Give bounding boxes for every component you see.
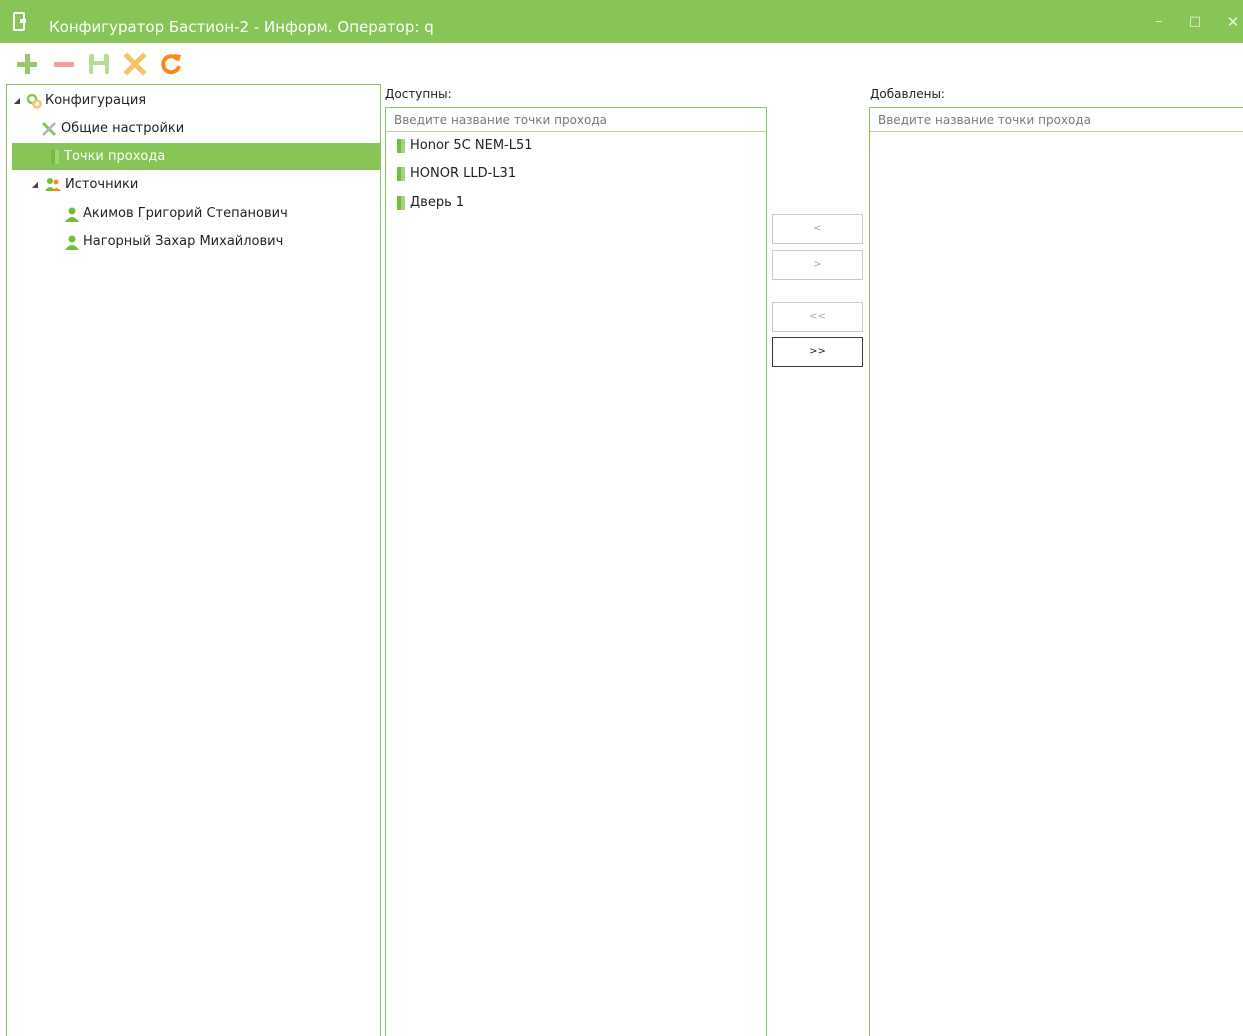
tree-item-label: Конфигурация [45, 93, 147, 108]
door-icon [397, 138, 405, 153]
door-icon [397, 195, 405, 210]
added-search-input[interactable] [870, 108, 1243, 132]
tree-item-sources[interactable]: ◢ Источники [12, 171, 375, 198]
save-button[interactable] [86, 51, 112, 77]
list-item-label: Honor 5C NEM-L51 [410, 138, 533, 153]
close-button[interactable]: ✕ [1224, 13, 1242, 31]
tree-item-access-points[interactable]: Точки прохода [12, 143, 380, 170]
move-all-left-button[interactable]: << [772, 302, 863, 332]
tree-item-label: Точки прохода [64, 149, 166, 164]
plus-icon [17, 54, 37, 74]
list-item[interactable]: Honor 5C NEM-L51 [395, 132, 533, 159]
cross-icon [123, 52, 147, 76]
maximize-button[interactable]: □ [1186, 13, 1204, 31]
available-label: Доступны: [385, 87, 452, 101]
available-list: Honor 5C NEM-L51 HONOR LLD-L31 Дверь 1 [385, 107, 767, 1036]
minus-icon [54, 62, 74, 67]
toolbar [0, 43, 1243, 83]
tree-item-general-settings[interactable]: Общие настройки [12, 115, 375, 142]
move-right-button[interactable]: > [772, 250, 863, 280]
refresh-icon [161, 54, 181, 75]
list-item-label: HONOR LLD-L31 [410, 166, 517, 181]
window-title: Конфигуратор Бастион-2 - Информ. Операто… [49, 18, 434, 36]
tree-item-label: Нагорный Захар Михайлович [83, 234, 284, 249]
delete-button[interactable] [122, 51, 148, 77]
floppy-disk-icon [89, 54, 109, 74]
list-item-label: Дверь 1 [410, 195, 465, 210]
door-icon [51, 149, 59, 164]
tools-icon [41, 121, 57, 136]
door-icon [397, 166, 405, 181]
remove-button[interactable] [51, 51, 77, 77]
available-search-input[interactable] [386, 108, 766, 132]
tree-item-configuration[interactable]: ◢ Конфигурация [12, 87, 375, 114]
tree-item-source[interactable]: Акимов Григорий Степанович [12, 200, 375, 227]
tree-item-label: Источники [65, 177, 139, 192]
title-bar: Конфигуратор Бастион-2 - Информ. Операто… [0, 0, 1243, 43]
tree-item-label: Акимов Григорий Степанович [83, 206, 288, 221]
list-item[interactable]: Дверь 1 [395, 189, 464, 216]
move-all-right-button[interactable]: >> [772, 337, 863, 367]
list-item[interactable]: HONOR LLD-L31 [395, 160, 516, 187]
add-button[interactable] [14, 51, 40, 77]
minimize-button[interactable]: – [1150, 13, 1168, 31]
expand-arrow-icon[interactable]: ◢ [12, 96, 22, 105]
user-icon [65, 207, 79, 222]
tree-item-source[interactable]: Нагорный Захар Михайлович [12, 228, 375, 255]
configuration-tree: ◢ Конфигурация Общие настройки Точки про… [6, 84, 381, 1036]
user-icon [65, 235, 79, 250]
added-label: Добавлены: [870, 87, 945, 101]
tree-item-label: Общие настройки [61, 121, 185, 136]
expand-arrow-icon[interactable]: ◢ [30, 180, 40, 189]
gears-icon [26, 93, 42, 109]
refresh-button[interactable] [158, 51, 184, 77]
app-icon [13, 12, 26, 31]
users-icon [45, 177, 61, 191]
added-list [869, 107, 1243, 1036]
move-left-button[interactable]: < [772, 214, 863, 244]
